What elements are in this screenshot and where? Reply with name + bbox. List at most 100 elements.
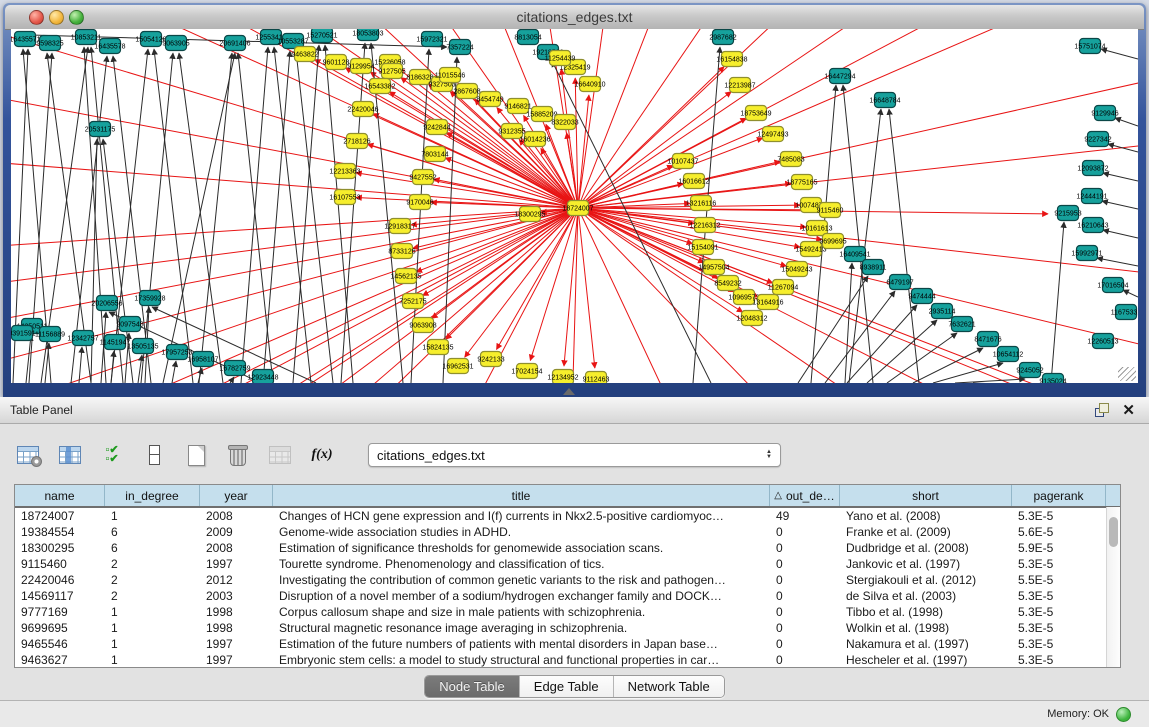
- tab-network-table[interactable]: Network Table: [614, 676, 724, 697]
- table-row[interactable]: 1456911722003Disruption of a novel membe…: [15, 588, 1120, 604]
- graph-node-yellow[interactable]: 9427552: [409, 170, 436, 185]
- graph-node-teal[interactable]: 16782759: [219, 361, 250, 376]
- graph-node-teal[interactable]: 15751074: [1074, 39, 1105, 54]
- graph-node-teal[interactable]: 9474444: [908, 289, 935, 304]
- graph-node-teal[interactable]: 8938911: [860, 260, 887, 275]
- table-row[interactable]: 977716911998Corpus callosum shape and si…: [15, 604, 1120, 620]
- graph-node-yellow[interactable]: 10107437: [667, 154, 698, 169]
- table-row[interactable]: 911546021997Tourette syndrome. Phenomeno…: [15, 556, 1120, 572]
- tab-node-table[interactable]: Node Table: [425, 676, 520, 697]
- graph-node-teal[interactable]: 2935114: [929, 304, 956, 319]
- column-header-short[interactable]: short: [840, 485, 1012, 506]
- table-mode-icon[interactable]: [14, 440, 42, 470]
- table-row[interactable]: 969969511998Structural magnetic resonanc…: [15, 620, 1120, 636]
- graph-node-teal[interactable]: 17016504: [1097, 278, 1128, 293]
- column-header-title[interactable]: title: [273, 485, 770, 506]
- graph-node-teal[interactable]: 2987682: [709, 30, 736, 45]
- column-select-icon[interactable]: ▫✔▫✔: [98, 440, 126, 470]
- graph-node-yellow[interactable]: 12213363: [329, 164, 360, 179]
- show-columns-icon[interactable]: [56, 440, 84, 470]
- graph-node-yellow[interactable]: 12918317: [384, 219, 415, 234]
- graph-node-teal[interactable]: 9215953: [1054, 206, 1081, 221]
- graph-node-teal[interactable]: 20206556: [91, 296, 122, 311]
- graph-node-teal[interactable]: 12260513: [1087, 334, 1118, 349]
- graph-node-teal[interactable]: 12923448: [247, 370, 278, 384]
- graph-node-yellow[interactable]: 12134952: [547, 370, 578, 384]
- graph-node-yellow[interactable]: 16016612: [678, 174, 709, 189]
- table-row[interactable]: 2242004622012Investigating the contribut…: [15, 572, 1120, 588]
- graph-node-teal[interactable]: 9391591: [11, 326, 36, 341]
- graph-node-yellow[interactable]: 7803144: [421, 147, 448, 162]
- graph-node-yellow[interactable]: 13216116: [686, 196, 717, 211]
- graph-node-teal[interactable]: 12093872: [1077, 161, 1108, 176]
- column-header-year[interactable]: year: [200, 485, 273, 506]
- column-header-pagerank[interactable]: pagerank: [1012, 485, 1106, 506]
- graph-node-teal[interactable]: 11451947: [100, 335, 131, 350]
- graph-node-yellow[interactable]: 9170046: [406, 195, 433, 210]
- graph-node-yellow[interactable]: 16543382: [364, 79, 395, 94]
- graph-node-yellow[interactable]: 9463822: [291, 47, 318, 62]
- graph-node-yellow[interactable]: 9112463: [583, 372, 610, 384]
- graph-node-teal[interactable]: 15972321: [416, 32, 447, 47]
- graph-node-yellow[interactable]: 11254439: [545, 51, 576, 66]
- graph-node-yellow[interactable]: 9063908: [409, 318, 436, 333]
- citation-network-graph[interactable]: 1643557195983251085321116435578150541289…: [11, 29, 1138, 383]
- graph-node-yellow[interactable]: 15049243: [781, 262, 812, 277]
- graph-node-teal[interactable]: 20691406: [219, 36, 250, 51]
- graph-node-yellow[interactable]: 13164916: [752, 295, 783, 310]
- graph-node-teal[interactable]: 10654112: [993, 347, 1024, 362]
- graph-node-yellow[interactable]: 9127505: [378, 64, 405, 79]
- graph-node-yellow[interactable]: 7252175: [399, 294, 426, 309]
- graph-node-yellow[interactable]: 9242133: [477, 352, 504, 367]
- graph-node-teal[interactable]: 17359928: [134, 291, 165, 306]
- table-row[interactable]: 1938455462009Genome-wide association stu…: [15, 524, 1120, 540]
- graph-node-yellow[interactable]: 16154838: [716, 52, 747, 67]
- graph-node-teal[interactable]: 9097548: [116, 317, 143, 332]
- graph-node-yellow[interactable]: 16107553: [329, 190, 360, 205]
- tab-edge-table[interactable]: Edge Table: [520, 676, 614, 697]
- graph-node-yellow[interactable]: 17024154: [511, 364, 542, 379]
- close-panel-icon[interactable]: ✕: [1122, 401, 1135, 419]
- graph-node-yellow[interactable]: 18775165: [786, 175, 817, 190]
- graph-node-yellow[interactable]: 2718126: [343, 134, 370, 149]
- graph-node-yellow[interactable]: 14562135: [390, 269, 421, 284]
- scrollbar-thumb[interactable]: [1109, 517, 1118, 547]
- graph-node-teal[interactable]: 8471676: [974, 332, 1001, 347]
- delete-column-icon[interactable]: [224, 440, 252, 470]
- graph-node-yellow[interactable]: 8733126: [388, 244, 415, 259]
- graph-node-teal[interactable]: 12342757: [67, 331, 98, 346]
- graph-node-yellow[interactable]: 8322033: [551, 115, 578, 130]
- graph-node-teal[interactable]: 9135024: [1039, 374, 1066, 384]
- graph-node-teal[interactable]: 9063905: [162, 36, 189, 51]
- column-header-name[interactable]: name: [15, 485, 105, 506]
- graph-node-yellow[interactable]: 9699695: [819, 234, 846, 249]
- graph-node-yellow[interactable]: 15154091: [687, 240, 718, 255]
- graph-node-yellow[interactable]: 18300295: [514, 207, 545, 222]
- table-row[interactable]: 946362711997Embryonic stem cells: a mode…: [15, 652, 1120, 668]
- graph-node-yellow[interactable]: 12213987: [724, 78, 755, 93]
- graph-node-teal[interactable]: 11675331: [1111, 305, 1138, 320]
- graph-node-teal[interactable]: 16648784: [869, 93, 900, 108]
- graph-node-teal[interactable]: 16210643: [1077, 218, 1108, 233]
- graph-node-yellow[interactable]: 9242844: [423, 120, 450, 135]
- function-builder-icon[interactable]: f(x): [308, 440, 336, 470]
- graph-node-teal[interactable]: 15270521: [306, 29, 337, 43]
- graph-node-teal[interactable]: 16435578: [94, 39, 125, 54]
- graph-node-teal[interactable]: 18053803: [352, 29, 383, 41]
- graph-node-teal[interactable]: 6479197: [886, 275, 913, 290]
- graph-node-teal[interactable]: 16958107: [187, 352, 218, 367]
- table-row[interactable]: 946554611997Estimation of the future num…: [15, 636, 1120, 652]
- graph-node-teal[interactable]: 16447294: [824, 69, 855, 84]
- graph-node-teal[interactable]: 9245052: [1016, 363, 1043, 378]
- row-height-icon[interactable]: [140, 440, 168, 470]
- graph-node-yellow[interactable]: 16014236: [519, 132, 550, 147]
- splitter-handle-icon[interactable]: [563, 388, 575, 395]
- graph-node-yellow[interactable]: 8549232: [714, 276, 741, 291]
- window-titlebar[interactable]: citations_edges.txt: [5, 5, 1144, 30]
- graph-node-yellow[interactable]: 12048312: [736, 311, 767, 326]
- graph-node-yellow[interactable]: 22420046: [347, 102, 378, 117]
- graph-node-teal[interactable]: 7357224: [446, 40, 473, 55]
- graph-node-teal[interactable]: 10853211: [71, 30, 102, 45]
- resize-grip-icon[interactable]: [1118, 367, 1136, 381]
- graph-node-yellow[interactable]: 12216312: [689, 218, 720, 233]
